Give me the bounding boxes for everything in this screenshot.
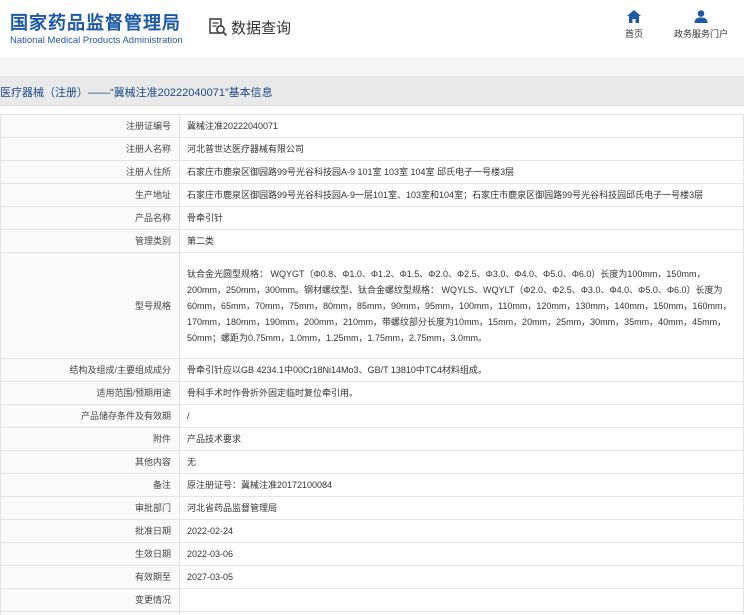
row-value: 第二类 <box>179 229 744 253</box>
row-label: 变更情况 <box>0 588 180 612</box>
row-label: 其他内容 <box>0 450 180 474</box>
nav-home-label: 首页 <box>624 29 643 39</box>
row-value: 冀械注准20222040071 <box>179 114 744 138</box>
table-row: 批准日期 2022-02-24 <box>0 519 744 543</box>
header-divider <box>0 58 744 76</box>
row-value: 骨科手术时作骨折外固定临时复位牵引用。 <box>179 381 744 405</box>
table-row: 注册证编号 冀械注准20222040071 <box>0 114 744 138</box>
row-label: 注册人住所 <box>0 160 180 184</box>
row-label: 产品储存条件及有效期 <box>0 404 180 428</box>
row-value <box>179 588 744 612</box>
row-label: 型号规格 <box>0 252 180 359</box>
user-icon <box>694 10 708 23</box>
row-value: 骨牵引针 <box>179 206 744 230</box>
table-row: 生产地址 石家庄市鹿泉区御园路99号光谷科技园A-9一层101室、103室和104… <box>0 183 744 207</box>
table-row: 审批部门 河北省药品监督管理局 <box>0 496 744 520</box>
table-row: 适用范围/预期用途 骨科手术时作骨折外固定临时复位牵引用。 <box>0 381 744 405</box>
nav-service-portal[interactable]: 政务服务门户 <box>670 10 732 40</box>
row-label: 生效日期 <box>0 542 180 566</box>
row-label: 适用范围/预期用途 <box>0 381 180 405</box>
row-value: 河北普世达医疗器械有限公司 <box>179 137 744 161</box>
row-label: 注册人名称 <box>0 137 180 161</box>
row-value: 2022-03-06 <box>179 542 744 566</box>
row-value: 钛合金光圆型规格： WQYGT（Φ0.8、Φ1.0、Φ1.2、Φ1.5、Φ2.0… <box>179 252 744 359</box>
device-info-table: 注册证编号 冀械注准20222040071 注册人名称 河北普世达医疗器械有限公司 … <box>0 114 744 615</box>
table-row: 注详情 <box>0 611 744 615</box>
site-header: 国家药品监督管理局 National Medical Products Admi… <box>0 0 744 58</box>
data-query-label: 数据查询 <box>231 19 292 37</box>
row-label: 注册证编号 <box>0 114 180 138</box>
title-bar: 医疗器械（注册）——“冀械注准20222040071”基本信息 <box>0 76 744 106</box>
row-value: / <box>179 404 744 428</box>
table-row: 型号规格 钛合金光圆型规格： WQYGT（Φ0.8、Φ1.0、Φ1.2、Φ1.5、… <box>0 252 744 359</box>
table-row: 其他内容无 <box>0 450 744 474</box>
home-icon <box>627 10 641 23</box>
row-value: 石家庄市鹿泉区御园路99号光谷科技园A-9 101室 103室 104室 邱氏电… <box>179 160 744 184</box>
table-row: 注册人住所 石家庄市鹿泉区御园路99号光谷科技园A-9 101室 103室 104… <box>0 160 744 184</box>
nav-service-label: 政务服务门户 <box>673 29 728 39</box>
table-row: 管理类别 第二类 <box>0 229 744 253</box>
nav-home[interactable]: 首页 <box>620 10 648 40</box>
row-label: 注 <box>0 611 180 615</box>
table-row: 注册人名称 河北普世达医疗器械有限公司 <box>0 137 744 161</box>
row-label: 附件 <box>0 427 180 451</box>
row-value: 2022-02-24 <box>179 519 744 543</box>
row-value: 河北省药品监督管理局 <box>179 496 744 520</box>
row-label: 备注 <box>0 473 180 497</box>
table-row: 备注 原注册证号：冀械注准20172100084 <box>0 473 744 497</box>
table-row: 结构及组成/主要组成成分 骨牵引针应以GB 4234.1中00Cr18Ni14Mo… <box>0 358 744 382</box>
row-value: 无 <box>179 450 744 474</box>
data-query-heading: 数据查询 <box>208 16 291 38</box>
row-value: 石家庄市鹿泉区御园路99号光谷科技园A-9一层101室、103室和104室；石家… <box>179 183 744 207</box>
row-label: 审批部门 <box>0 496 180 520</box>
row-value: 2027-03-05 <box>179 565 744 589</box>
row-value: 产品技术要求 <box>179 427 744 451</box>
row-value: 详情 <box>179 611 744 615</box>
row-label: 生产地址 <box>0 183 180 207</box>
table-row: 产品名称 骨牵引针 <box>0 206 744 230</box>
document-search-icon <box>209 18 228 37</box>
row-label: 有效期至 <box>0 565 180 589</box>
table-row: 变更情况 <box>0 588 744 612</box>
table-row: 有效期至 2027-03-05 <box>0 565 744 589</box>
table-row: 产品储存条件及有效期 / <box>0 404 744 428</box>
row-label: 产品名称 <box>0 206 180 230</box>
row-label: 管理类别 <box>0 229 180 253</box>
row-label: 批准日期 <box>0 519 180 543</box>
row-value: 骨牵引针应以GB 4234.1中00Cr18Ni14Mo3、GB/T 13810… <box>179 358 744 382</box>
table-row: 生效日期 2022-03-06 <box>0 542 744 566</box>
site-logo-subtitle[interactable]: National Medical Products Administration <box>10 35 183 46</box>
row-label: 结构及组成/主要组成成分 <box>0 358 180 382</box>
row-value: 原注册证号：冀械注准20172100084 <box>179 473 744 497</box>
site-logo-title[interactable]: 国家药品监督管理局 <box>10 9 181 35</box>
page-title: 医疗器械（注册）——“冀械注准20222040071”基本信息 <box>0 87 273 99</box>
table-row: 附件 产品技术要求 <box>0 427 744 451</box>
